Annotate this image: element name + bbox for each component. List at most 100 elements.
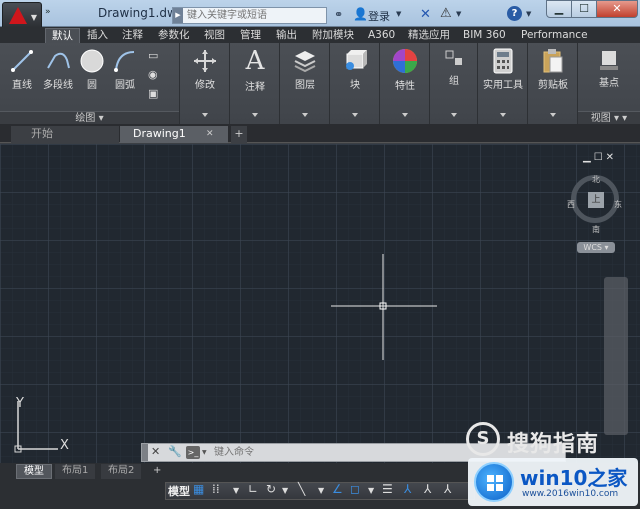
auto-scale-icon[interactable]: ⅄	[444, 482, 451, 496]
file-tab-start[interactable]: 开始	[11, 126, 119, 143]
close-button[interactable]: ✕	[596, 0, 638, 18]
ortho-icon[interactable]: ∟	[248, 482, 258, 496]
help-search-box[interactable]: ▶	[172, 7, 327, 24]
tab-bim360[interactable]: BIM 360	[463, 28, 506, 43]
circle-label: 圆	[87, 80, 97, 91]
compass-north[interactable]: 北	[592, 174, 600, 185]
tab-performance[interactable]: Performance	[521, 28, 588, 43]
help-search-input[interactable]	[183, 8, 323, 23]
base-tool[interactable]: 基点	[586, 48, 632, 89]
tab-featured-apps[interactable]: 精选应用	[408, 28, 450, 43]
layout-tab-model[interactable]: 模型	[16, 464, 52, 479]
new-tab-icon[interactable]: +	[231, 126, 247, 143]
object-snap-dropdown-icon[interactable]: ▼	[368, 486, 374, 495]
snap-dropdown-icon[interactable]: ▼	[233, 486, 239, 495]
tab-manage[interactable]: 管理	[240, 28, 261, 43]
command-line-grip[interactable]	[142, 444, 148, 461]
annotation-visibility-icon[interactable]: ⅄	[424, 482, 431, 496]
block-tool[interactable]: 块	[338, 48, 372, 91]
tab-parametric[interactable]: 参数化	[158, 28, 190, 43]
object-snap-icon[interactable]: ◻	[350, 482, 360, 496]
compass-east[interactable]: 东	[614, 199, 622, 210]
title-bar: » Drawing1.dwg ▶ ⚭ 👤 登录 ▼ ✕ ⚠ ▼ ? ▼ ▁ ☐ …	[0, 0, 640, 27]
panel-view-title[interactable]: 视图 ▾ ▾	[578, 111, 640, 124]
command-close-icon[interactable]: ✕	[151, 445, 160, 458]
utilities-dropdown-icon[interactable]	[499, 113, 506, 117]
line-tool[interactable]: 直线	[6, 48, 38, 91]
polyline-icon	[47, 52, 70, 69]
tab-addins[interactable]: 附加模块	[312, 28, 354, 43]
clipboard-tool[interactable]: 剪贴板	[532, 48, 574, 91]
tab-insert[interactable]: 插入	[87, 28, 108, 43]
user-icon[interactable]: 👤	[353, 7, 368, 21]
sogou-logo-icon: S	[466, 422, 500, 456]
clipboard-dropdown-icon[interactable]	[549, 113, 556, 117]
layout-tab-layout1[interactable]: 布局1	[55, 464, 96, 479]
snap-icon[interactable]: ⁞⁞	[212, 482, 220, 496]
circle-tool[interactable]: 圆	[78, 48, 106, 91]
maximize-button[interactable]: ☐	[571, 0, 597, 18]
add-layout-icon[interactable]: +	[146, 464, 168, 479]
block-dropdown-icon[interactable]	[351, 113, 358, 117]
tab-home[interactable]: 默认	[45, 28, 80, 43]
quick-access-overflow-icon[interactable]: »	[45, 7, 59, 21]
layers-tool[interactable]: 图层	[288, 48, 322, 91]
annotation-tool[interactable]: A 注释	[238, 46, 272, 93]
arc-tool[interactable]: 圆弧	[110, 48, 140, 91]
a360-icon[interactable]: ⚠	[440, 6, 452, 21]
groups-tool[interactable]: 组	[438, 48, 470, 87]
viewport-controls[interactable]: ▁☐✕	[583, 152, 617, 163]
modify-tool[interactable]: 修改	[188, 48, 222, 91]
tab-output[interactable]: 输出	[276, 28, 297, 43]
application-menu-button[interactable]: ▼	[2, 2, 42, 30]
properties-tool[interactable]: 特性	[388, 47, 422, 92]
binoculars-search-icon[interactable]: ⚭	[334, 8, 343, 21]
navigation-bar[interactable]	[604, 277, 628, 435]
modify-dropdown-icon[interactable]	[201, 113, 208, 117]
compass-west[interactable]: 西	[567, 199, 575, 210]
panel-draw-title[interactable]: 绘图 ▾	[0, 111, 179, 124]
crosshair-cursor	[331, 254, 437, 360]
command-history-dropdown-icon[interactable]: ▼	[202, 449, 207, 456]
annotation-dropdown-icon[interactable]	[251, 113, 258, 117]
properties-dropdown-icon[interactable]	[401, 113, 408, 117]
base-label: 基点	[599, 78, 619, 89]
login-link[interactable]: 登录	[368, 8, 390, 24]
rectangle-icon[interactable]: ▭	[148, 49, 158, 62]
autodesk-exchange-icon[interactable]: ✕	[420, 7, 431, 22]
a360-dropdown-icon[interactable]: ▼	[456, 10, 461, 18]
wcs-menu[interactable]: WCS ▾	[577, 242, 615, 253]
grid-icon[interactable]: ▦	[193, 482, 204, 496]
search-expand-icon[interactable]: ▶	[173, 8, 183, 23]
tab-annotate[interactable]: 注释	[122, 28, 143, 43]
viewcube-top-face[interactable]: 上	[588, 192, 604, 208]
layout-tab-layout2[interactable]: 布局2	[101, 464, 142, 479]
region-icon[interactable]: ▣	[148, 87, 158, 100]
block-icon	[346, 50, 367, 70]
polar-icon[interactable]: ↻	[266, 482, 276, 496]
model-space-button[interactable]: 模型	[168, 483, 190, 499]
polyline-tool[interactable]: 多段线	[40, 48, 76, 91]
utilities-tool[interactable]: 实用工具	[480, 48, 526, 91]
lineweight-icon[interactable]: ☰	[382, 482, 393, 496]
wrench-icon[interactable]: 🔧	[168, 445, 182, 458]
minimize-button[interactable]: ▁	[546, 0, 572, 18]
close-icon[interactable]: ✕	[206, 129, 214, 139]
object-snap-tracking-icon[interactable]: ∠	[332, 482, 343, 496]
tab-a360[interactable]: A360	[368, 28, 395, 43]
layers-dropdown-icon[interactable]	[301, 113, 308, 117]
hatch-icon[interactable]: ◉	[148, 68, 158, 81]
compass-south[interactable]: 南	[592, 224, 600, 235]
command-prompt-icon[interactable]: >_	[186, 446, 200, 459]
help-icon[interactable]: ?	[507, 6, 522, 21]
annotation-scale-icon[interactable]: ⅄	[404, 482, 411, 496]
drawing-canvas[interactable]: ▁☐✕ 上 北 南 东 西 WCS ▾ Y X	[0, 144, 640, 463]
isodraft-icon[interactable]: ╲	[298, 482, 305, 496]
polar-dropdown-icon[interactable]: ▼	[282, 486, 288, 495]
isodraft-dropdown-icon[interactable]: ▼	[318, 486, 324, 495]
login-dropdown-icon[interactable]: ▼	[396, 10, 401, 18]
tab-view[interactable]: 视图	[204, 28, 225, 43]
block-label: 块	[350, 80, 360, 91]
help-dropdown-icon[interactable]: ▼	[526, 10, 531, 18]
groups-dropdown-icon[interactable]	[450, 113, 457, 117]
